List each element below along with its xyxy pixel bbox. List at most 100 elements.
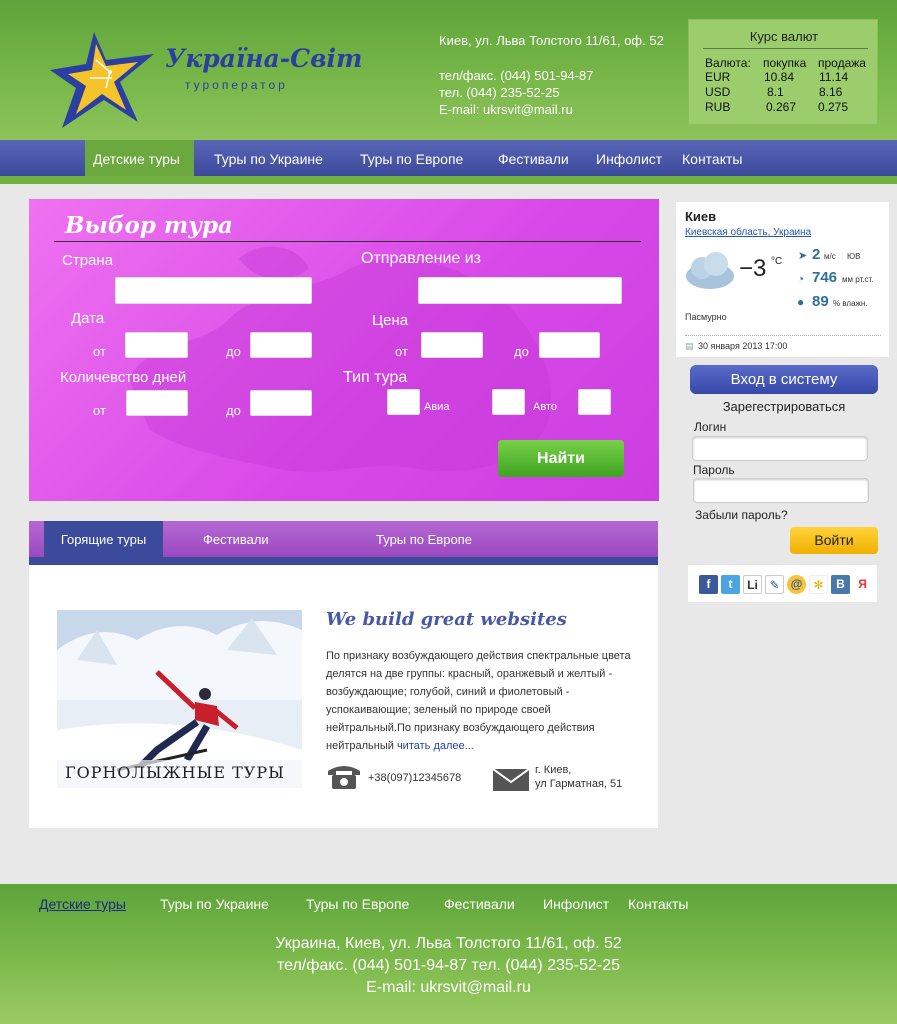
- days-label: Количевство дней: [60, 369, 187, 386]
- wind-unit: м/с: [824, 252, 836, 261]
- currency-code: USD: [705, 85, 731, 99]
- price-from-label: от: [395, 344, 408, 359]
- cloud-icon: [686, 252, 734, 289]
- currency-code: RUB: [705, 100, 731, 114]
- contact-address-street: ул Гарматная, 51: [535, 778, 623, 790]
- pressure-value: 746: [812, 269, 838, 286]
- footer-nav-festivals[interactable]: Фестивали: [444, 896, 515, 912]
- nav-item-europe-tours[interactable]: Туры по Европе: [352, 140, 471, 176]
- weather-country-link[interactable]: Украина: [773, 227, 811, 238]
- read-more-link[interactable]: читать далее...: [397, 740, 474, 752]
- forgot-password-link[interactable]: Забыли пароль?: [695, 508, 788, 522]
- weather-region[interactable]: Киевская область, Украина: [685, 227, 811, 238]
- login-input[interactable]: [692, 436, 868, 461]
- linkedin-icon[interactable]: Li: [743, 575, 762, 594]
- twitter-icon[interactable]: t: [721, 575, 740, 594]
- currency-buy: 8.1: [767, 85, 784, 99]
- currency-title: Курс валют: [749, 29, 819, 44]
- avia-checkbox[interactable]: [387, 389, 420, 415]
- weather-divider: [685, 335, 881, 336]
- country-label: Страна: [62, 252, 114, 269]
- pressure-icon: ◔: [797, 272, 805, 286]
- tab-hot-tours[interactable]: Горящие туры: [44, 521, 163, 557]
- mail-icon[interactable]: @: [787, 575, 806, 594]
- footer-nav-kids-tours[interactable]: Детские туры: [39, 896, 126, 912]
- tab-europe-tours[interactable]: Туры по Европе: [376, 521, 472, 557]
- nav-item-infolist[interactable]: Инфолист: [588, 140, 670, 176]
- header-address: Киев, ул. Льва Толстого 11/61, оф. 52: [439, 33, 664, 48]
- nav-item-festivals[interactable]: Фестивали: [490, 140, 577, 176]
- days-to-field[interactable]: [250, 390, 312, 416]
- logo-star-icon[interactable]: [50, 30, 162, 130]
- footer-email[interactable]: E-mail: ukrsvit@mail.ru: [0, 979, 897, 997]
- ski-tours-image[interactable]: ГОРНОЛЫЖНЫЕ ТУРЫ: [57, 610, 302, 788]
- footer-phones: тел/факс. (044) 501-94-87 тел. (044) 235…: [276, 957, 621, 974]
- delicious-icon[interactable]: ✻: [809, 575, 828, 594]
- departure-label: Отправление из: [361, 250, 481, 267]
- envelope-icon: [493, 769, 529, 791]
- tour-search-panel: Выбор тура Страна Отправление из Дата Це…: [29, 199, 659, 501]
- find-button[interactable]: Найти: [498, 440, 624, 477]
- enter-button[interactable]: Войти: [790, 527, 878, 554]
- auto-checkbox[interactable]: [492, 389, 525, 415]
- password-input[interactable]: [693, 478, 869, 503]
- nav-underline: [0, 176, 897, 184]
- country-field[interactable]: [115, 277, 312, 304]
- weather-region-link[interactable]: Киевская область: [685, 227, 768, 238]
- footer-nav-ukraine-tours[interactable]: Туры по Украине: [160, 896, 269, 912]
- footer-nav-infolist[interactable]: Инфолист: [543, 896, 609, 912]
- login-toggle-button[interactable]: Вход в систему: [690, 365, 878, 394]
- days-from-field[interactable]: [126, 390, 188, 416]
- main-nav: Детские туры Туры по Украине Туры по Евр…: [0, 140, 897, 176]
- currency-divider: [703, 48, 868, 49]
- date-from-field[interactable]: [125, 332, 188, 358]
- facebook-icon[interactable]: f: [699, 575, 718, 594]
- days-from-label: от: [93, 403, 106, 418]
- currency-sell: 8.16: [819, 85, 843, 99]
- currency-header-buy: покупка: [763, 56, 807, 70]
- weather-temp: −3: [739, 255, 767, 282]
- yandex-icon[interactable]: Я: [853, 575, 872, 594]
- tabs-underline: [29, 557, 658, 565]
- currency-header-currency: Валюта:: [705, 56, 751, 70]
- currency-code: EUR: [705, 70, 731, 84]
- price-from-field[interactable]: [421, 332, 483, 358]
- weather-widget: Киев Киевская область, Украина −3 °C ➤ 2…: [676, 202, 889, 357]
- wind-value: 2: [812, 246, 821, 263]
- logo-title[interactable]: Україна-Світ: [165, 44, 362, 73]
- header-email[interactable]: E-mail: ukrsvit@mail.ru: [439, 102, 573, 117]
- date-from-label: от: [93, 344, 106, 359]
- livejournal-icon[interactable]: ✎: [765, 575, 784, 594]
- departure-field[interactable]: [418, 277, 622, 304]
- price-label: Цена: [372, 312, 409, 329]
- weather-date: 30 января 2013 17:00: [698, 341, 788, 351]
- tab-festivals[interactable]: Фестивали: [203, 521, 269, 557]
- contact-phone: +38(097)12345678: [368, 772, 462, 784]
- register-link[interactable]: Зарегестрироваться: [690, 399, 878, 414]
- nav-item-ukraine-tours[interactable]: Туры по Украине: [206, 140, 331, 176]
- tour-title-divider: [54, 241, 641, 242]
- date-to-field[interactable]: [250, 332, 312, 358]
- humidity-unit: % влажн.: [833, 299, 868, 308]
- article-title[interactable]: We build great websites: [326, 609, 567, 630]
- footer-nav-contacts[interactable]: Контакты: [628, 896, 688, 912]
- logo-subtitle: туроператор: [185, 78, 288, 92]
- currency-buy: 0.267: [766, 100, 797, 114]
- article-body: По признаку возбуждающего действия спект…: [326, 647, 636, 755]
- tour-type-label: Тип тура: [343, 369, 408, 386]
- vkontakte-icon[interactable]: B: [831, 575, 850, 594]
- footer-nav-europe-tours[interactable]: Туры по Европе: [306, 896, 409, 912]
- auto-label: Авто: [533, 401, 557, 413]
- pressure-unit: мм рт.ст.: [842, 275, 874, 284]
- social-bar: f t Li ✎ @ ✻ B Я: [688, 565, 877, 602]
- price-to-field[interactable]: [539, 332, 600, 358]
- tab-content: ГОРНОЛЫЖНЫЕ ТУРЫ We build great websites…: [29, 565, 658, 828]
- wind-icon: ➤: [798, 250, 808, 262]
- other-type-checkbox[interactable]: [578, 389, 611, 415]
- header-phone: тел. (044) 235-52-25: [439, 85, 560, 100]
- nav-item-contacts[interactable]: Контакты: [674, 140, 750, 176]
- date-to-label: до: [226, 344, 241, 359]
- nav-item-kids-tours[interactable]: Детские туры: [85, 140, 194, 176]
- humidity-icon: ●: [797, 295, 805, 309]
- weather-description: Пасмурно: [685, 312, 727, 322]
